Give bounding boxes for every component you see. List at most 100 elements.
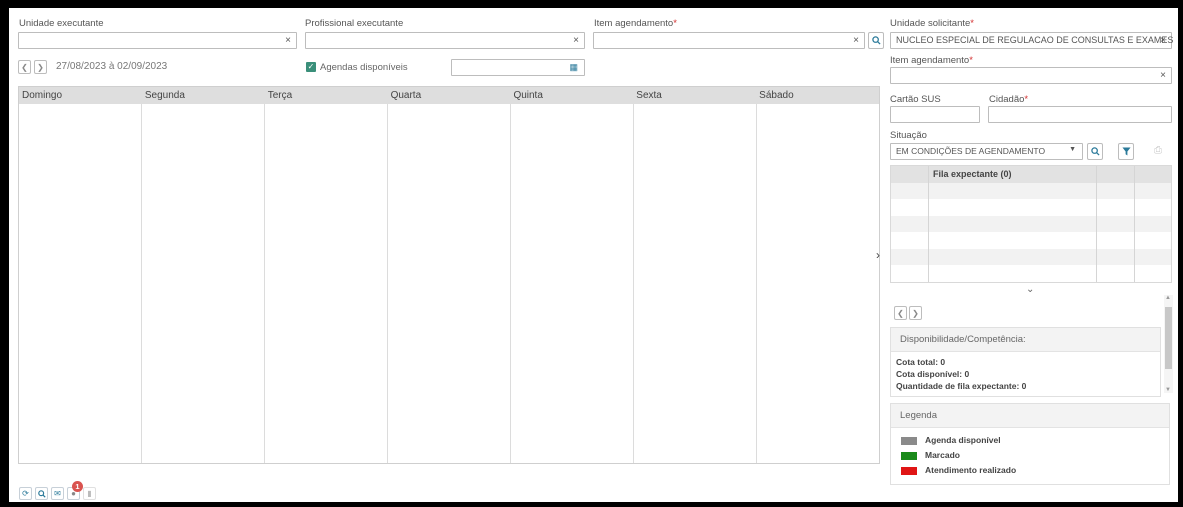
day-header-friday: Sexta — [636, 90, 662, 101]
chevron-right-icon: ❯ — [912, 308, 919, 318]
table-row — [891, 182, 1171, 199]
search-situacao-button[interactable] — [1087, 143, 1103, 160]
day-header-wednesday: Quarta — [390, 90, 422, 101]
legend-item: Atendimento realizado — [891, 460, 1169, 475]
scrollbar[interactable]: ▲ ▼ — [1164, 295, 1173, 393]
cartao-sus-input[interactable] — [890, 106, 980, 123]
unidade-executante-input[interactable]: × — [18, 32, 297, 49]
legend-label: Atendimento realizado — [925, 465, 1017, 475]
quantidade-fila: Quantidade de fila expectante: 0 — [896, 381, 1027, 391]
previous-week-button[interactable]: ❮ — [18, 60, 31, 74]
expand-panel-icon[interactable]: › — [876, 248, 880, 262]
message-button[interactable]: ✉ — [51, 487, 64, 500]
cidadao-label: Cidadão* — [989, 94, 1028, 105]
search-button[interactable] — [35, 487, 48, 500]
day-column-tuesday[interactable] — [265, 104, 388, 463]
agendas-disponiveis-checkbox[interactable]: ✓ Agendas disponíveis — [306, 62, 408, 73]
search-icon — [1090, 147, 1100, 156]
legend-item: Marcado — [891, 445, 1169, 460]
legend-label: Marcado — [925, 450, 960, 460]
week-calendar: Domingo Segunda Terça Quarta Quinta Sext… — [18, 86, 880, 464]
column-divider — [928, 166, 929, 282]
situacao-select[interactable]: EM CONDIÇÕES DE AGENDAMENTO ▼ — [890, 143, 1083, 160]
required-mark: * — [1024, 94, 1029, 105]
search-item-agendamento-button[interactable] — [868, 32, 884, 49]
dropdown-arrow-icon: ▼ — [1069, 146, 1076, 153]
refresh-button[interactable]: ⟳ — [19, 487, 32, 500]
day-column-sunday[interactable] — [19, 104, 142, 463]
scroll-down-icon[interactable]: ▼ — [1165, 387, 1171, 393]
right-item-agendamento-input[interactable]: × — [890, 67, 1172, 84]
cidadao-input[interactable] — [988, 106, 1172, 123]
filter-button[interactable] — [1118, 143, 1134, 160]
legend-swatch-green — [901, 451, 917, 460]
right-item-agendamento-label-text: Item agendamento — [890, 55, 970, 66]
table-header-row: Fila expectante (0) — [891, 166, 1171, 183]
day-column-saturday[interactable] — [757, 104, 879, 463]
scheduling-screen: Unidade executante × Profissional execut… — [9, 8, 1178, 502]
day-column-thursday[interactable] — [511, 104, 634, 463]
clear-profissional-icon[interactable]: × — [573, 34, 579, 48]
print-icon[interactable]: ⎙ — [1154, 145, 1162, 156]
legend-label: Agenda disponível — [925, 435, 1001, 445]
envelope-icon: ✉ — [54, 489, 61, 498]
fila-previous-button[interactable]: ❮ — [894, 306, 907, 320]
disponibilidade-title: Disponibilidade/Competência: — [891, 328, 1160, 352]
date-range: 27/08/2023 à 02/09/2023 — [56, 61, 168, 72]
right-item-agendamento-label: Item agendamento* — [890, 55, 973, 66]
day-column-friday[interactable] — [634, 104, 757, 463]
calendar-header: Domingo Segunda Terça Quarta Quinta Sext… — [19, 87, 879, 104]
clear-unidade-executante-icon[interactable]: × — [285, 34, 291, 48]
bar-chart-icon: ▮ — [87, 489, 92, 498]
cota-disponivel: Cota disponível: 0 — [896, 369, 970, 379]
chevron-down-icon[interactable]: ⌄ — [1026, 284, 1034, 295]
calendar-body — [19, 104, 879, 463]
chevron-left-icon: ❮ — [897, 308, 904, 318]
item-agendamento-label: Item agendamento* — [594, 18, 677, 29]
table-row — [891, 248, 1171, 265]
legend-swatch-red — [901, 466, 917, 475]
fila-expectante-table: Fila expectante (0) — [890, 165, 1172, 283]
required-mark: * — [673, 18, 677, 29]
clear-item-agendamento-icon[interactable]: × — [853, 34, 859, 48]
column-divider — [1096, 166, 1097, 282]
unidade-solicitante-input[interactable]: NUCLEO ESPECIAL DE REGULACAO DE CONSULTA… — [890, 32, 1173, 49]
next-week-button[interactable]: ❯ — [34, 60, 47, 74]
required-mark: * — [970, 18, 974, 29]
day-column-monday[interactable] — [142, 104, 265, 463]
calendar-icon[interactable]: ▦ — [569, 62, 578, 73]
checkmark-icon: ✓ — [306, 62, 316, 73]
legenda-panel: Legenda Agenda disponível Marcado Atendi… — [890, 403, 1170, 485]
scrollbar-thumb[interactable] — [1165, 307, 1172, 369]
clear-right-item-agendamento-icon[interactable]: × — [1160, 69, 1166, 83]
notification-badge: 1 — [72, 481, 83, 492]
day-header-thursday: Quinta — [513, 90, 543, 101]
cartao-sus-label: Cartão SUS — [890, 94, 941, 105]
date-picker-input[interactable]: ▦ — [451, 59, 585, 76]
cidadao-label-text: Cidadão — [989, 94, 1025, 105]
day-header-tuesday: Terça — [267, 90, 293, 101]
scroll-up-icon[interactable]: ▲ — [1165, 295, 1171, 301]
legenda-title: Legenda — [891, 404, 1169, 428]
agendas-disponiveis-label: Agendas disponíveis — [320, 62, 408, 73]
search-icon — [37, 489, 46, 498]
table-row — [891, 265, 1171, 282]
table-row — [891, 215, 1171, 232]
cota-total: Cota total: 0 — [896, 357, 946, 367]
column-divider — [1134, 166, 1135, 282]
clear-unidade-solicitante-icon[interactable]: × — [1160, 34, 1166, 48]
fila-header: Fila expectante (0) — [933, 169, 1012, 179]
day-header-sunday: Domingo — [22, 90, 63, 101]
item-agendamento-input[interactable]: × — [593, 32, 865, 49]
required-mark: * — [969, 55, 973, 66]
table-row — [891, 199, 1171, 216]
day-column-wednesday[interactable] — [388, 104, 511, 463]
item-agendamento-label-text: Item agendamento — [594, 18, 674, 29]
situacao-value: EM CONDIÇÕES DE AGENDAMENTO — [896, 146, 1046, 156]
fila-next-button[interactable]: ❯ — [909, 306, 922, 320]
situacao-label: Situação — [890, 130, 927, 141]
profissional-executante-input[interactable]: × — [305, 32, 585, 49]
chart-button[interactable]: ▮ — [83, 487, 96, 500]
profissional-executante-label: Profissional executante — [305, 18, 404, 29]
unidade-executante-label: Unidade executante — [19, 18, 104, 29]
